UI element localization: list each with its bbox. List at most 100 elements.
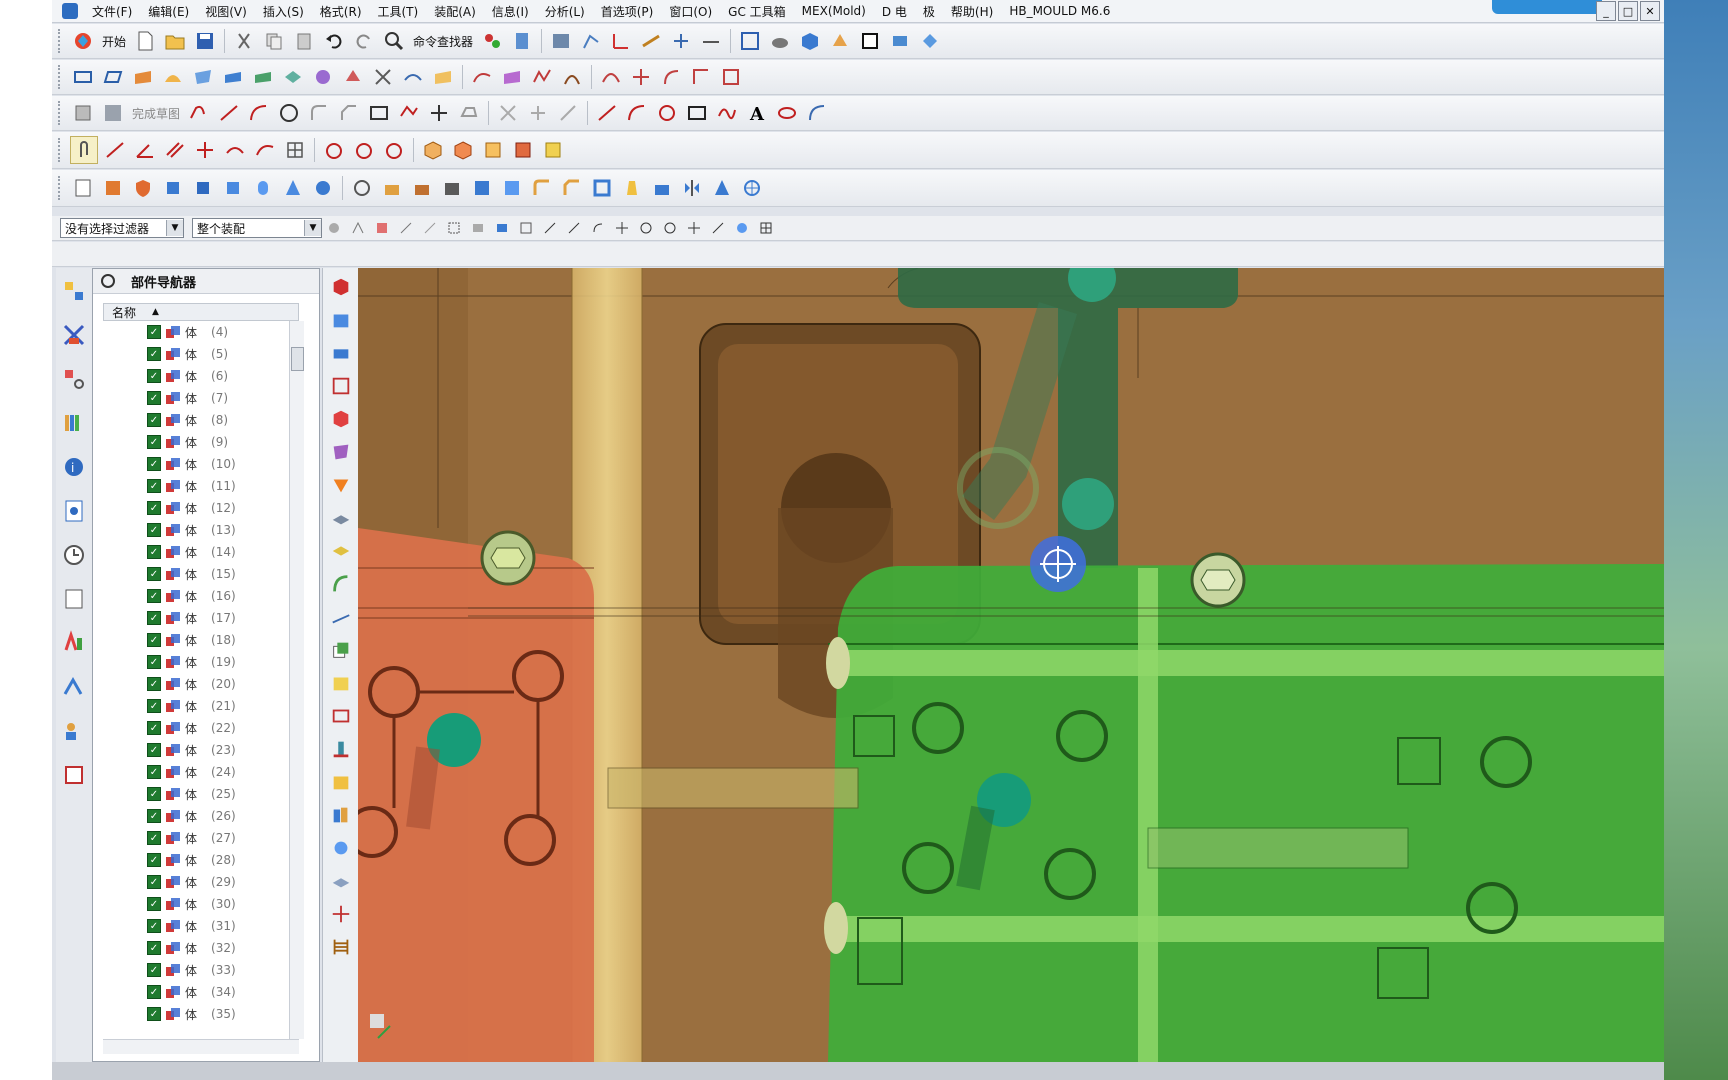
visibility-checkbox[interactable]: ✓ — [147, 457, 161, 471]
visibility-checkbox[interactable]: ✓ — [147, 545, 161, 559]
shield-icon[interactable] — [130, 175, 156, 201]
tree-node-body[interactable]: ✓ 体 (10) — [103, 453, 289, 475]
curve-green-icon[interactable] — [327, 570, 355, 598]
toolbar-grip[interactable] — [58, 138, 64, 162]
visibility-checkbox[interactable]: ✓ — [147, 633, 161, 647]
tree-node-body[interactable]: ✓ 体 (24) — [103, 761, 289, 783]
redo-icon[interactable] — [351, 28, 377, 54]
visibility-checkbox[interactable]: ✓ — [147, 853, 161, 867]
revolve-icon[interactable] — [190, 175, 216, 201]
visibility-checkbox[interactable]: ✓ — [147, 523, 161, 537]
snap-existing-point-icon[interactable] — [660, 218, 680, 238]
chamfer-icon[interactable] — [336, 100, 362, 126]
tree-node-body[interactable]: ✓ 体 (11) — [103, 475, 289, 497]
curve-on-surface-icon[interactable] — [469, 64, 495, 90]
intersection-curve-icon[interactable] — [718, 64, 744, 90]
visibility-checkbox[interactable]: ✓ — [147, 743, 161, 757]
tree-node-body[interactable]: ✓ 体 (27) — [103, 827, 289, 849]
save-icon[interactable] — [192, 28, 218, 54]
grid-tool-icon[interactable] — [282, 137, 308, 163]
fit-view-icon[interactable] — [737, 28, 763, 54]
ruled-icon[interactable] — [370, 64, 396, 90]
tree-node-body[interactable]: ✓ 体 (30) — [103, 893, 289, 915]
graphics-viewport[interactable] — [358, 268, 1664, 1062]
orient-view-icon[interactable] — [827, 28, 853, 54]
face-rule-icon[interactable] — [420, 218, 440, 238]
bridge-curve-icon[interactable] — [598, 64, 624, 90]
red-block-icon[interactable] — [327, 405, 355, 433]
surface-parallelogram-icon[interactable] — [100, 64, 126, 90]
tree-node-body[interactable]: ✓ 体 (29) — [103, 871, 289, 893]
bounded-plane-icon[interactable] — [340, 64, 366, 90]
dimension-icon[interactable] — [698, 28, 724, 54]
grid-snap-icon[interactable] — [756, 218, 776, 238]
line-tool-icon[interactable] — [102, 137, 128, 163]
view-section-icon[interactable] — [857, 28, 883, 54]
pin-icon[interactable] — [101, 274, 115, 288]
stack-sheet-icon[interactable] — [327, 537, 355, 565]
tree-node-body[interactable]: ✓ 体 (5) — [103, 343, 289, 365]
snap-point-on-curve-icon[interactable] — [684, 218, 704, 238]
cone-icon[interactable] — [280, 175, 306, 201]
menu-information[interactable]: 信息(I) — [484, 3, 537, 20]
line-icon[interactable] — [216, 100, 242, 126]
red-cube-icon[interactable] — [327, 273, 355, 301]
tree-node-body[interactable]: ✓ 体 (33) — [103, 959, 289, 981]
perpendicular-line-icon[interactable] — [192, 137, 218, 163]
visibility-checkbox[interactable]: ✓ — [147, 611, 161, 625]
yellow-block-icon[interactable] — [327, 669, 355, 697]
join-curve-icon[interactable] — [628, 64, 654, 90]
tree-node-body[interactable]: ✓ 体 (18) — [103, 629, 289, 651]
mold-model-render[interactable] — [358, 268, 1664, 1062]
tree-node-body[interactable]: ✓ 体 (9) — [103, 431, 289, 453]
measure-sheet-icon[interactable] — [327, 603, 355, 631]
constraint-icon[interactable] — [555, 100, 581, 126]
constraint-navigator-icon[interactable] — [59, 318, 89, 352]
copy-icon[interactable] — [261, 28, 287, 54]
finish-sketch-icon[interactable] — [100, 100, 126, 126]
system-materials-icon[interactable] — [59, 582, 89, 616]
basic-curves-icon[interactable] — [654, 100, 680, 126]
offset-icon[interactable] — [456, 100, 482, 126]
trim-body-icon[interactable] — [649, 175, 675, 201]
fillet-icon[interactable] — [306, 100, 332, 126]
tree-node-body[interactable]: ✓ 体 (25) — [103, 783, 289, 805]
patch-icon[interactable] — [310, 64, 336, 90]
visibility-checkbox[interactable]: ✓ — [147, 809, 161, 823]
isoparametric-curve-icon[interactable] — [499, 64, 525, 90]
rectangle-3d-icon[interactable] — [684, 100, 710, 126]
tree-node-body[interactable]: ✓ 体 (4) — [103, 321, 289, 343]
tree-node-body[interactable]: ✓ 体 (7) — [103, 387, 289, 409]
hole-icon[interactable] — [349, 175, 375, 201]
pillar-icon[interactable] — [327, 735, 355, 763]
toolbar-grip[interactable] — [58, 29, 64, 53]
sphere-icon[interactable] — [310, 175, 336, 201]
snap-icon[interactable] — [578, 28, 604, 54]
toolbar-grip[interactable] — [58, 65, 64, 89]
chamfer-feature-icon[interactable] — [559, 175, 585, 201]
tree-node-body[interactable]: ✓ 体 (28) — [103, 849, 289, 871]
menu-hb-mould[interactable]: HB_MOULD M6.6 — [1001, 4, 1118, 18]
close-button[interactable]: ✕ — [1640, 1, 1660, 21]
ellipse-icon[interactable] — [774, 100, 800, 126]
tree-node-body[interactable]: ✓ 体 (32) — [103, 937, 289, 959]
draft-icon[interactable] — [619, 175, 645, 201]
sort-up-icon[interactable]: ▲ — [152, 307, 159, 317]
circle-tangent-icon[interactable] — [321, 137, 347, 163]
tree-node-body[interactable]: ✓ 体 (8) — [103, 409, 289, 431]
minimize-button[interactable]: _ — [1596, 1, 1616, 21]
visibility-checkbox[interactable]: ✓ — [147, 435, 161, 449]
selection-scope-dropdown[interactable]: 整个装配 ▼ — [192, 218, 322, 238]
circle-3pt-icon[interactable] — [351, 137, 377, 163]
snap-midpoint-icon[interactable] — [540, 218, 560, 238]
visibility-checkbox[interactable]: ✓ — [147, 699, 161, 713]
visibility-checkbox[interactable]: ✓ — [147, 765, 161, 779]
curve-tool-icon[interactable] — [252, 137, 278, 163]
blue-gift-icon[interactable] — [327, 306, 355, 334]
unite-icon[interactable] — [469, 175, 495, 201]
gear-blocks-icon[interactable] — [327, 834, 355, 862]
visibility-checkbox[interactable]: ✓ — [147, 787, 161, 801]
menu-edit[interactable]: 编辑(E) — [140, 3, 197, 20]
visualization-icon[interactable] — [59, 626, 89, 660]
tree-node-body[interactable]: ✓ 体 (15) — [103, 563, 289, 585]
